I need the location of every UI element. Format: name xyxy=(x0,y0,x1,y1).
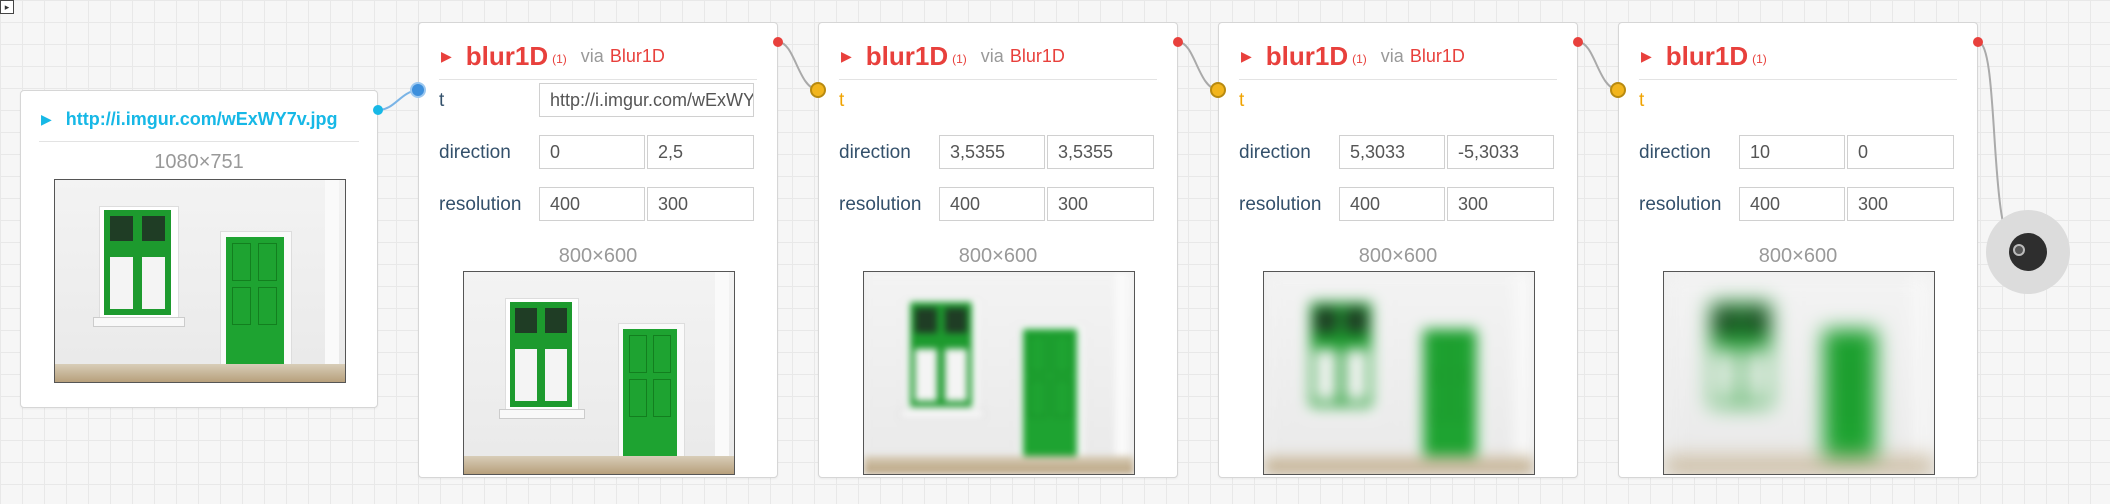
blur-node-2[interactable]: ▶ blur1D (1) via Blur1D t direction 3,53… xyxy=(818,22,1178,478)
param-label-t: t xyxy=(839,90,845,111)
source-url-link[interactable]: http://i.imgur.com/wExWY7v.jpg xyxy=(66,109,338,130)
param-row-direction: direction 10 0 xyxy=(1639,135,1957,171)
blurred-door-scene-image xyxy=(864,272,1134,474)
blur-node-output-port[interactable] xyxy=(1173,37,1183,47)
via-link[interactable]: Blur1D xyxy=(610,46,665,67)
param-label-resolution: resolution xyxy=(439,194,522,215)
caret-right-icon[interactable]: ▶ xyxy=(1241,48,1252,65)
blur-node-header: ▶ blur1D (1) via Blur1D xyxy=(839,33,1157,80)
param-row-t: t xyxy=(1239,83,1557,119)
param-label-resolution: resolution xyxy=(1239,194,1322,215)
door-scene-image xyxy=(55,180,345,382)
t-input-port[interactable] xyxy=(810,82,826,98)
blur-node-1[interactable]: ▶ blur1D (1) via Blur1D t http://i.imgur… xyxy=(418,22,778,478)
blurred-door-scene-image xyxy=(464,272,734,474)
param-row-t: t xyxy=(839,83,1157,119)
t-input-port[interactable] xyxy=(1610,82,1626,98)
param-label-direction: direction xyxy=(439,142,511,163)
blur-node-output-port[interactable] xyxy=(1573,37,1583,47)
blur-output-preview xyxy=(863,271,1135,475)
param-label-direction: direction xyxy=(839,142,911,163)
blur-node-3[interactable]: ▶ blur1D (1) via Blur1D t direction 5,30… xyxy=(1218,22,1578,478)
blurred-door-scene-image xyxy=(1664,272,1934,474)
resolution-width-input[interactable]: 400 xyxy=(1339,187,1445,221)
blurred-door-scene-image xyxy=(1264,272,1534,474)
source-node[interactable]: ▶ http://i.imgur.com/wExWY7v.jpg 1080×75… xyxy=(20,90,378,408)
blur-node-header: ▶ blur1D (1) xyxy=(1639,33,1957,80)
node-instance-count: (1) xyxy=(1752,52,1767,66)
node-title: blur1D xyxy=(1665,40,1749,71)
direction-y-input[interactable]: -5,3033 xyxy=(1447,135,1554,169)
resolution-height-input[interactable]: 300 xyxy=(1447,187,1554,221)
caret-right-icon[interactable]: ▶ xyxy=(41,111,52,128)
blur-node-header: ▶ blur1D (1) via Blur1D xyxy=(1239,33,1557,80)
param-row-resolution: resolution 400 300 xyxy=(439,187,757,223)
node-instance-count: (1) xyxy=(952,52,967,66)
param-row-resolution: resolution 400 300 xyxy=(839,187,1157,223)
t-input[interactable]: http://i.imgur.com/wExWY7v.jpg xyxy=(539,83,754,117)
param-row-t: t xyxy=(1639,83,1957,119)
blur-output-preview xyxy=(463,271,735,475)
node-instance-count: (1) xyxy=(1352,52,1367,66)
resolution-height-input[interactable]: 300 xyxy=(1847,187,1954,221)
direction-y-input[interactable]: 2,5 xyxy=(647,135,754,169)
source-output-port[interactable] xyxy=(373,105,383,115)
blur-node-header: ▶ blur1D (1) via Blur1D xyxy=(439,33,757,80)
via-label: via xyxy=(580,45,604,66)
resolution-width-input[interactable]: 400 xyxy=(539,187,645,221)
caret-right-icon[interactable]: ▶ xyxy=(1641,48,1652,65)
param-label-t: t xyxy=(1239,90,1245,111)
source-node-header: ▶ http://i.imgur.com/wExWY7v.jpg xyxy=(39,97,359,142)
direction-y-input[interactable]: 0 xyxy=(1847,135,1954,169)
blur-node-output-port[interactable] xyxy=(773,37,783,47)
node-title: blur1D xyxy=(465,40,549,71)
param-label-direction: direction xyxy=(1639,142,1711,163)
param-label-direction: direction xyxy=(1239,142,1311,163)
param-label-t: t xyxy=(1639,90,1645,111)
param-row-direction: direction 0 2,5 xyxy=(439,135,757,171)
output-dimensions: 800×600 xyxy=(558,245,638,267)
via-label: via xyxy=(1380,45,1404,66)
resolution-width-input[interactable]: 400 xyxy=(1739,187,1845,221)
direction-x-input[interactable]: 0 xyxy=(539,135,645,169)
caret-right-icon[interactable]: ▶ xyxy=(441,48,452,65)
output-dimensions: 800×600 xyxy=(958,245,1038,267)
param-label-resolution: resolution xyxy=(839,194,922,215)
param-label-t: t xyxy=(439,90,445,111)
resolution-height-input[interactable]: 300 xyxy=(1047,187,1154,221)
param-row-direction: direction 5,3033 -5,3033 xyxy=(1239,135,1557,171)
output-dimensions: 800×600 xyxy=(1358,245,1438,267)
t-input-port[interactable] xyxy=(410,82,426,98)
via-link[interactable]: Blur1D xyxy=(1410,46,1465,67)
blur-node-4[interactable]: ▶ blur1D (1) t direction 10 0 resolution… xyxy=(1618,22,1978,478)
param-row-resolution: resolution 400 300 xyxy=(1639,187,1957,223)
param-label-resolution: resolution xyxy=(1639,194,1722,215)
direction-x-input[interactable]: 10 xyxy=(1739,135,1845,169)
param-row-direction: direction 3,5355 3,5355 xyxy=(839,135,1157,171)
blur-output-preview xyxy=(1663,271,1935,475)
blur-node-output-port[interactable] xyxy=(1973,37,1983,47)
direction-y-input[interactable]: 3,5355 xyxy=(1047,135,1154,169)
caret-right-icon[interactable]: ▶ xyxy=(841,48,852,65)
node-title: blur1D xyxy=(865,40,949,71)
node-instance-count: (1) xyxy=(552,52,567,66)
resolution-height-input[interactable]: 300 xyxy=(647,187,754,221)
direction-x-input[interactable]: 3,5355 xyxy=(939,135,1045,169)
param-row-t: t http://i.imgur.com/wExWY7v.jpg xyxy=(439,83,757,119)
output-input-port[interactable] xyxy=(2013,244,2025,256)
direction-x-input[interactable]: 5,3033 xyxy=(1339,135,1445,169)
output-dimensions: 800×600 xyxy=(1758,245,1838,267)
source-dimensions: 1080×751 xyxy=(154,151,244,173)
resolution-width-input[interactable]: 400 xyxy=(939,187,1045,221)
node-title: blur1D xyxy=(1265,40,1349,71)
t-input-port[interactable] xyxy=(1210,82,1226,98)
via-link[interactable]: Blur1D xyxy=(1010,46,1065,67)
blur-output-preview xyxy=(1263,271,1535,475)
via-label: via xyxy=(980,45,1004,66)
source-image-preview xyxy=(54,179,346,383)
param-row-resolution: resolution 400 300 xyxy=(1239,187,1557,223)
